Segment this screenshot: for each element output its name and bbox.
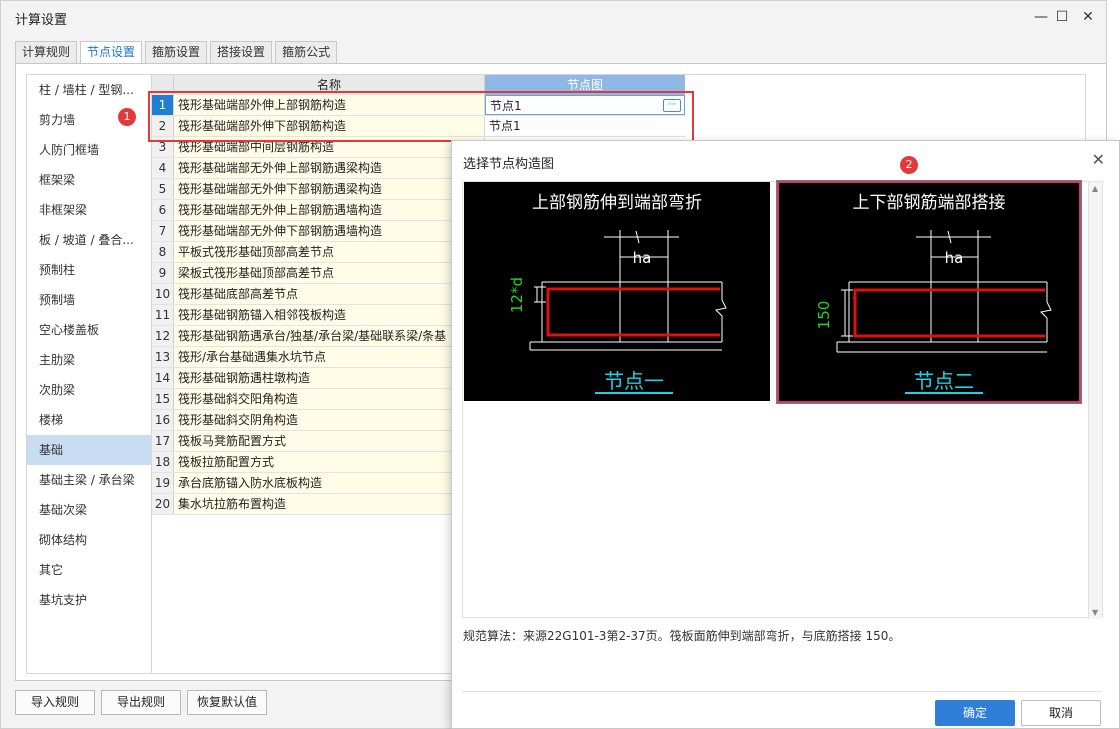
tab-calc-rules[interactable]: 计算规则 <box>15 41 78 63</box>
spec-note: 规范算法：来源22G101-3第2-37页。筏板面筋伸到端部弯折，与底筋搭接 1… <box>463 629 901 643</box>
node-diagram-area: 上部钢筋伸到端部弯折 ha 12*d 节点一 上下部钢筋端部搭接 ha 150 … <box>462 156 1103 619</box>
window-title: 计算设置 <box>15 13 68 28</box>
node1-label: 节点一 <box>604 369 664 393</box>
import-rules-button[interactable]: 导入规则 <box>15 690 95 715</box>
row-number: 10 <box>152 284 174 304</box>
row-name: 承台底筋锚入防水底板构造 <box>174 473 485 493</box>
minimize-button[interactable]: — <box>1031 7 1051 27</box>
sidebar-item-hollow-floor[interactable]: 空心楼盖板 <box>27 315 159 345</box>
node1-dim-label: 12*d <box>508 277 526 313</box>
tab-stirrup-formula[interactable]: 箍筋公式 <box>275 41 338 63</box>
row-name: 筏板拉筋配置方式 <box>174 452 485 472</box>
ok-button[interactable]: 确定 <box>935 700 1015 726</box>
sidebar-item-secondary-rib-beam[interactable]: 次肋梁 <box>27 375 159 405</box>
row-number: 6 <box>152 200 174 220</box>
node1-ha-label: ha <box>633 249 652 267</box>
row-number: 7 <box>152 221 174 241</box>
row-name: 集水坑拉筋布置构造 <box>174 494 485 514</box>
sidebar-item-precast-column[interactable]: 预制柱 <box>27 255 159 285</box>
row-name: 平板式筏形基础顶部高差节点 <box>174 242 485 262</box>
row-name: 筏形基础端部无外伸上部钢筋遇梁构造 <box>174 158 485 178</box>
cancel-button[interactable]: 取消 <box>1021 700 1101 726</box>
row-name: 筏板马凳筋配置方式 <box>174 431 485 451</box>
row-number: 19 <box>152 473 174 493</box>
export-rules-button[interactable]: 导出规则 <box>101 690 181 715</box>
sidebar-item-column[interactable]: 柱 / 墙柱 / 型钢... <box>27 75 159 105</box>
sidebar-item-other[interactable]: 其它 <box>27 555 159 585</box>
row-number: 12 <box>152 326 174 346</box>
highlight-box-rows <box>148 91 694 142</box>
row-name: 筏形/承台基础遇集水坑节点 <box>174 347 485 367</box>
sidebar-item-masonry[interactable]: 砌体结构 <box>27 525 159 555</box>
row-name: 筏形基础钢筋遇柱墩构造 <box>174 368 485 388</box>
select-node-dialog: 选择节点构造图 ✕ 上部钢筋伸到端部弯折 ha 12*d 节点一 上下部钢筋端部… <box>451 140 1120 729</box>
sidebar-item-pit-support[interactable]: 基坑支护 <box>27 585 159 615</box>
row-number: 5 <box>152 179 174 199</box>
dialog-close-icon[interactable]: ✕ <box>1092 150 1105 169</box>
close-button[interactable]: ✕ <box>1078 7 1098 27</box>
row-name: 筏形基础斜交阳角构造 <box>174 389 485 409</box>
component-list: 柱 / 墙柱 / 型钢... 剪力墙 人防门框墙 框架梁 非框架梁 板 / 坡道… <box>26 74 160 674</box>
row-number: 13 <box>152 347 174 367</box>
sidebar-item-civil-defense-door-wall[interactable]: 人防门框墙 <box>27 135 159 165</box>
sidebar-item-foundation[interactable]: 基础 <box>27 435 159 465</box>
row-number: 8 <box>152 242 174 262</box>
tab-stirrup-settings[interactable]: 箍筋设置 <box>145 41 208 63</box>
sidebar-item-stairs[interactable]: 楼梯 <box>27 405 159 435</box>
row-number: 9 <box>152 263 174 283</box>
vertical-scrollbar[interactable]: ▲ ▼ <box>1088 182 1102 619</box>
row-name: 筏形基础斜交阴角构造 <box>174 410 485 430</box>
node1-caption: 上部钢筋伸到端部弯折 <box>532 193 702 213</box>
scroll-down-icon[interactable]: ▼ <box>1092 608 1098 617</box>
row-number: 11 <box>152 305 174 325</box>
sidebar-item-frame-beam[interactable]: 框架梁 <box>27 165 159 195</box>
selected-node-highlight <box>776 180 1082 404</box>
sidebar-item-slab[interactable]: 板 / 坡道 / 叠合... <box>27 225 159 255</box>
row-number: 18 <box>152 452 174 472</box>
tab-bar: 计算规则 节点设置 箍筋设置 搭接设置 箍筋公式 <box>15 41 340 64</box>
restore-defaults-button[interactable]: 恢复默认值 <box>187 690 267 715</box>
dialog-title: 选择节点构造图 <box>463 157 555 172</box>
row-name: 筏形基础底部高差节点 <box>174 284 485 304</box>
sidebar-item-foundation-secondary-beam[interactable]: 基础次梁 <box>27 495 159 525</box>
sidebar-item-main-rib-beam[interactable]: 主肋梁 <box>27 345 159 375</box>
maximize-button[interactable]: ☐ <box>1052 7 1072 27</box>
dialog-divider <box>462 691 1102 692</box>
row-number: 4 <box>152 158 174 178</box>
row-number: 20 <box>152 494 174 514</box>
row-number: 17 <box>152 431 174 451</box>
row-number: 14 <box>152 368 174 388</box>
scroll-up-icon[interactable]: ▲ <box>1092 184 1098 193</box>
sidebar-item-shear-wall[interactable]: 剪力墙 <box>27 105 159 135</box>
sidebar-item-precast-wall[interactable]: 预制墙 <box>27 285 159 315</box>
row-name: 梁板式筏形基础顶部高差节点 <box>174 263 485 283</box>
annotation-badge-1: 1 <box>118 108 136 126</box>
row-name: 筏形基础钢筋遇承台/独基/承台梁/基础联系梁/条基 <box>174 326 485 346</box>
tab-lap-settings[interactable]: 搭接设置 <box>210 41 273 63</box>
sidebar-item-non-frame-beam[interactable]: 非框架梁 <box>27 195 159 225</box>
row-name: 筏形基础钢筋锚入相邻筏板构造 <box>174 305 485 325</box>
node-diagram-1[interactable]: 上部钢筋伸到端部弯折 ha 12*d 节点一 <box>464 182 770 401</box>
row-number: 15 <box>152 389 174 409</box>
row-name: 筏形基础端部无外伸上部钢筋遇墙构造 <box>174 200 485 220</box>
row-name: 筏形基础端部无外伸下部钢筋遇梁构造 <box>174 179 485 199</box>
tab-node-settings[interactable]: 节点设置 <box>80 41 143 64</box>
annotation-badge-2: 2 <box>900 156 918 174</box>
row-name: 筏形基础端部无外伸下部钢筋遇墙构造 <box>174 221 485 241</box>
sidebar-item-foundation-main-beam[interactable]: 基础主梁 / 承台梁 <box>27 465 159 495</box>
row-number: 16 <box>152 410 174 430</box>
